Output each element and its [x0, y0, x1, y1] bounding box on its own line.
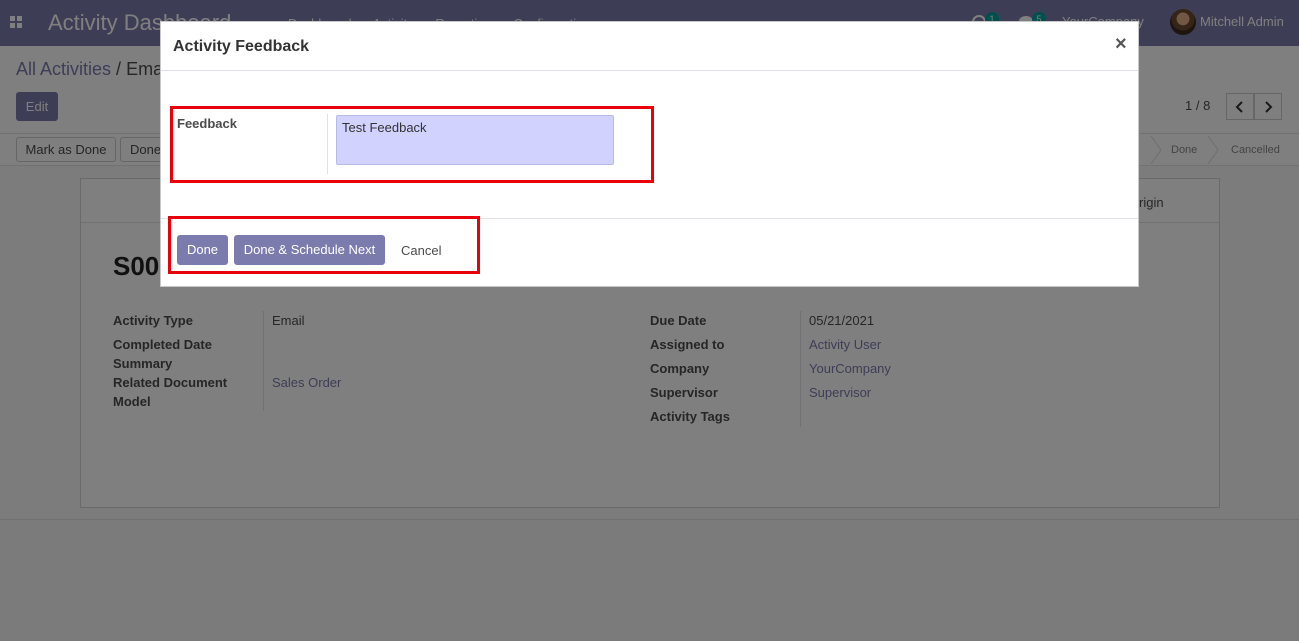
highlight-box-feedback	[170, 106, 654, 183]
highlight-box-buttons	[168, 216, 480, 274]
close-icon[interactable]: ×	[1115, 33, 1127, 56]
dialog-header-divider	[161, 70, 1138, 71]
dialog-title: Activity Feedback	[173, 38, 310, 55]
